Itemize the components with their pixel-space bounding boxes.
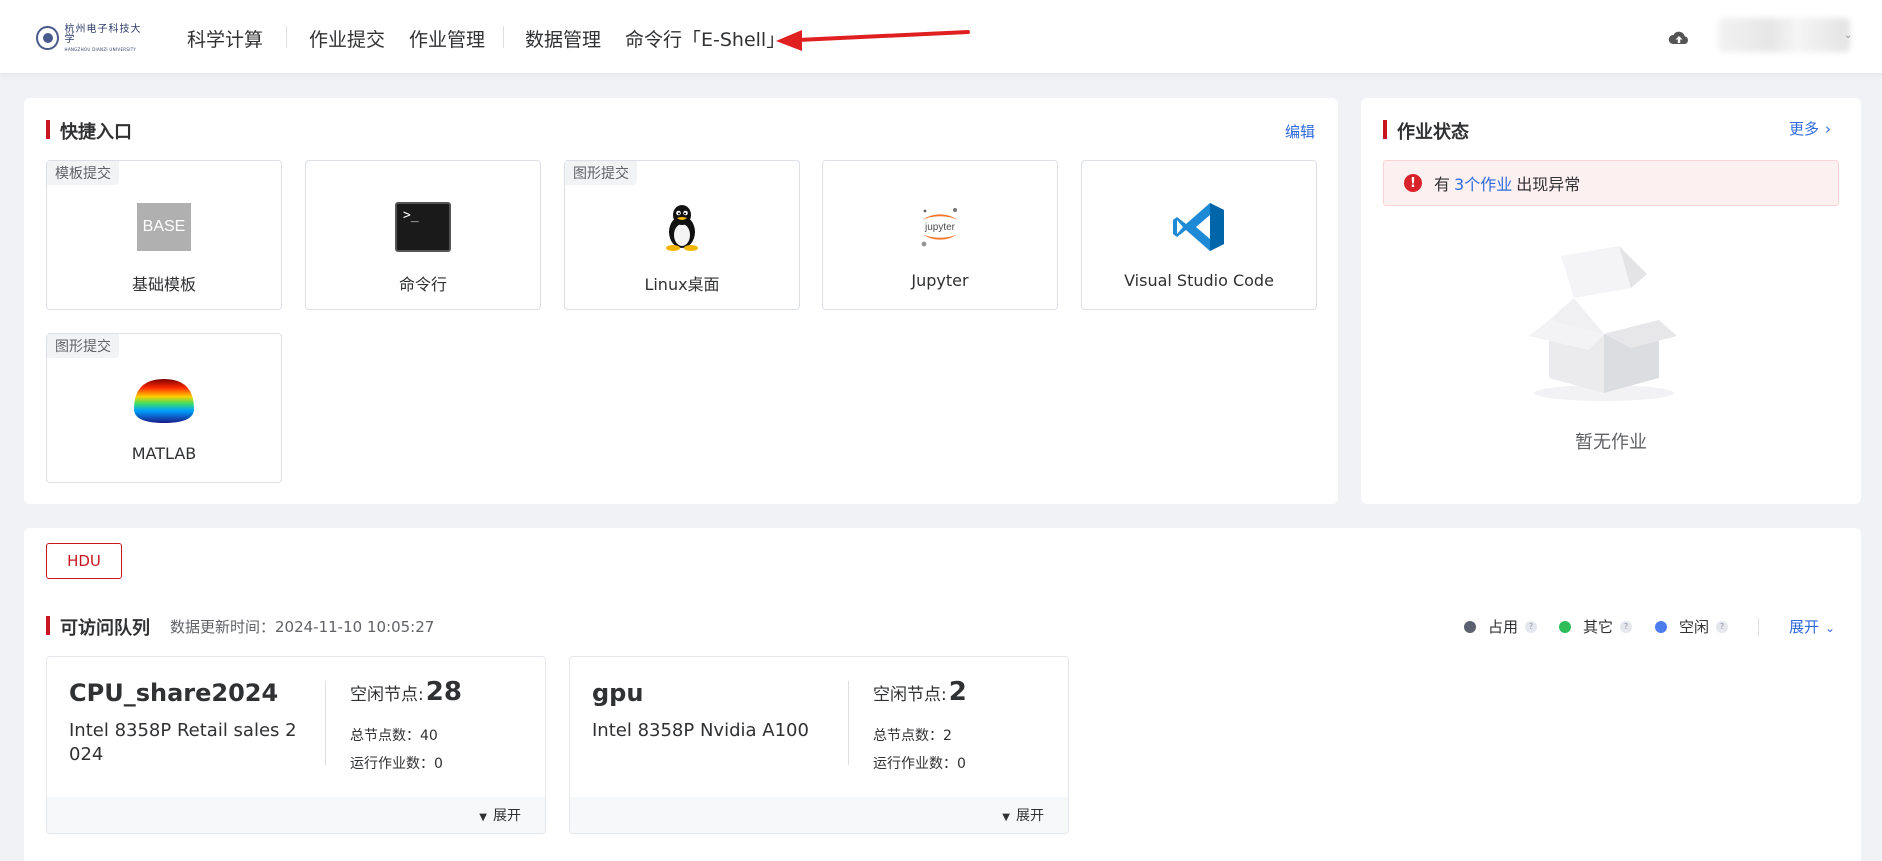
legend-occupied: 占用 ?: [1464, 616, 1538, 637]
error-icon: !: [1404, 174, 1422, 192]
help-icon[interactable]: ?: [1525, 620, 1538, 633]
dot-icon: [1655, 620, 1667, 633]
queue-running-jobs: 运行作业数：0: [873, 756, 966, 772]
logo-name-en: HANGZHOU DIANZI UNIVERSITY: [64, 46, 137, 52]
dot-icon: [1559, 620, 1571, 633]
quick-entry-title: 快捷入口: [46, 118, 132, 144]
card-label: Linux桌面: [644, 275, 720, 294]
cloud-upload-icon[interactable]: [1668, 27, 1690, 49]
data-update-time: 数据更新时间：2024-11-10 10:05:27: [170, 618, 435, 636]
queue-running-jobs: 运行作业数：0: [350, 756, 443, 772]
card-label: 命令行: [398, 275, 447, 294]
quick-card-base-template[interactable]: 模板提交 BASE 基础模板: [46, 160, 282, 310]
empty-jobs-text: 暂无作业: [1575, 432, 1647, 453]
base-template-icon: BASE: [132, 199, 196, 255]
logo-name-cn: 杭州电子科技大学: [64, 23, 142, 45]
card-label: Visual Studio Code: [1124, 271, 1274, 290]
terminal-icon: >_: [391, 199, 455, 255]
queue-panel: HDU 可访问队列 数据更新时间：2024-11-10 10:05:27 占用 …: [24, 528, 1861, 861]
queue-card-cpu-share2024[interactable]: CPU_share2024 Intel 8358P Retail sales 2…: [46, 656, 546, 834]
nav-data-management[interactable]: 数据管理: [525, 25, 601, 52]
help-icon[interactable]: ?: [1716, 620, 1729, 633]
help-icon[interactable]: ?: [1620, 620, 1633, 633]
empty-box-icon: [1529, 246, 1677, 401]
queue-card-gpu[interactable]: gpu Intel 8358P Nvidia A100 空闲节点: 2 总节点数…: [569, 656, 1069, 834]
nav-scientific-computing[interactable]: 科学计算: [187, 25, 263, 52]
quick-card-jupyter[interactable]: jupyter Jupyter: [822, 160, 1058, 310]
legend-idle: 空闲 ?: [1655, 616, 1729, 637]
quick-card-terminal[interactable]: >_ 命令行: [305, 160, 541, 310]
quick-card-vscode[interactable]: Visual Studio Code: [1081, 160, 1317, 310]
queue-free-nodes: 空闲节点: 28: [350, 677, 462, 707]
caret-down-icon: ▼: [1002, 812, 1010, 823]
card-label: MATLAB: [131, 444, 197, 463]
linux-tux-icon: [650, 199, 714, 255]
nav-divider: [286, 26, 287, 48]
svg-text:jupyter: jupyter: [924, 222, 956, 233]
university-logo[interactable]: 杭州电子科技大学 HANGZHOU DIANZI UNIVERSITY: [36, 24, 146, 52]
nav-job-management[interactable]: 作业管理: [409, 25, 485, 52]
jupyter-icon: jupyter: [908, 199, 972, 255]
queues-title: 可访问队列: [46, 614, 150, 640]
matlab-icon: [132, 372, 196, 428]
job-status-title: 作业状态: [1383, 118, 1469, 144]
nav-job-submit[interactable]: 作业提交: [309, 25, 385, 52]
chevron-down-icon: ⌄: [1825, 621, 1836, 635]
queue-expand-button[interactable]: ▼ 展开: [1002, 805, 1044, 825]
queue-free-nodes: 空闲节点: 2: [873, 677, 967, 707]
queue-total-nodes: 总节点数：2: [873, 728, 952, 744]
queue-name: CPU_share2024: [69, 679, 279, 707]
university-seal-icon: [36, 26, 59, 50]
expand-all-link[interactable]: 展开 ⌄: [1789, 616, 1835, 637]
quick-card-matlab[interactable]: 图形提交 MATLAB: [46, 333, 282, 483]
hdu-cluster-button[interactable]: HDU: [46, 543, 122, 579]
card-tag: 模板提交: [47, 161, 119, 185]
queue-name: gpu: [592, 679, 644, 707]
top-navbar: 杭州电子科技大学 HANGZHOU DIANZI UNIVERSITY 科学计算…: [0, 0, 1882, 74]
quick-card-linux-desktop[interactable]: 图形提交 Linux桌面: [564, 160, 800, 310]
edit-link[interactable]: 编辑: [1285, 121, 1315, 142]
quick-entry-panel: 快捷入口 编辑 模板提交 BASE 基础模板 >_ 命令行 图形提交 Linux…: [24, 98, 1338, 504]
chevron-right-icon: ›: [1825, 120, 1832, 138]
nav-divider: [503, 26, 504, 48]
user-avatar-blurred[interactable]: [1718, 18, 1850, 52]
job-error-alert: ! 有 3个作业 出现异常: [1383, 160, 1839, 206]
nav-eshell[interactable]: 命令行「E-Shell」: [625, 25, 785, 52]
job-status-panel: 作业状态 更多 › ! 有 3个作业 出现异常 暂无作业: [1361, 98, 1861, 504]
dot-icon: [1464, 620, 1476, 633]
annotation-arrow-icon: [776, 30, 970, 51]
card-label: Jupyter: [911, 271, 969, 290]
more-link[interactable]: 更多 ›: [1789, 118, 1831, 139]
caret-down-icon: ▼: [479, 812, 487, 823]
chevron-down-icon[interactable]: ⌄: [1844, 30, 1852, 41]
queue-expand-button[interactable]: ▼ 展开: [479, 805, 521, 825]
queue-description: Intel 8358P Nvidia A100: [592, 720, 809, 741]
card-tag: 图形提交: [47, 334, 119, 358]
queue-description: Intel 8358P Retail sales 2024: [69, 720, 297, 765]
error-jobs-link[interactable]: 3个作业: [1454, 171, 1512, 195]
card-tag: 图形提交: [565, 161, 637, 185]
vscode-icon: [1167, 199, 1231, 255]
card-label: 基础模板: [131, 275, 196, 294]
legend-divider: [1758, 618, 1759, 636]
queue-total-nodes: 总节点数：40: [350, 728, 438, 744]
legend-other: 其它 ?: [1559, 616, 1633, 637]
